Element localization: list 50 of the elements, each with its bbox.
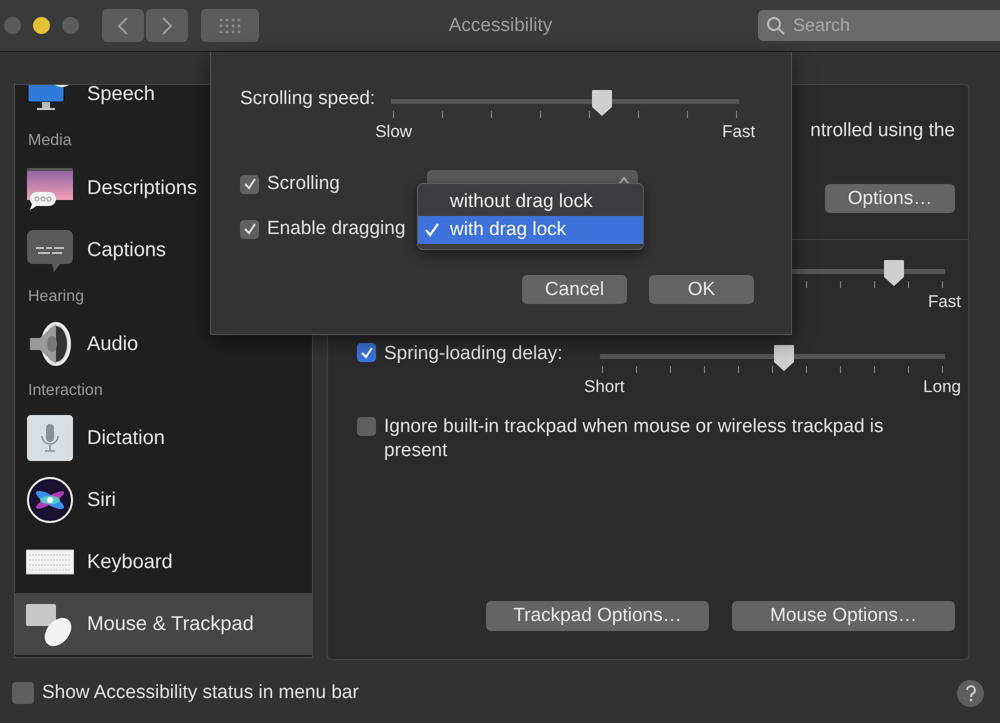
help-button[interactable] [957, 680, 984, 706]
checkbox-label: Scrolling [267, 173, 340, 195]
sidebar-item[interactable]: Siri [15, 469, 312, 531]
chevron-right-icon [160, 16, 174, 36]
slider-min-label: Slow [375, 122, 412, 142]
checkbox[interactable] [240, 220, 259, 238]
ok-button[interactable]: OK [649, 275, 754, 304]
slider-label: Scrolling speed: [240, 88, 376, 110]
sidebar-header: Interaction [27, 381, 104, 401]
search-icon [766, 16, 786, 36]
search-field[interactable]: Search [758, 10, 1000, 41]
options-button[interactable]: Mouse Options… [732, 601, 955, 631]
chevron-left-icon [116, 16, 130, 36]
grid-icon [219, 18, 241, 34]
checkbox-label: Enable dragging [267, 218, 406, 240]
checkbox[interactable] [240, 174, 259, 194]
window-title: Accessibility [448, 14, 554, 36]
checkbox-label: Spring-loading delay: [384, 343, 563, 365]
checkbox-label: Ignore built-in trackpad when mouse or wireless trackpad is present [384, 415, 885, 463]
menu-item[interactable]: with drag lock [418, 216, 643, 244]
checkbox[interactable] [357, 417, 376, 436]
sidebar-header: Media [27, 131, 73, 151]
microphone-icon [26, 414, 74, 462]
checkbox[interactable] [12, 682, 34, 704]
slider-max-label: Fast [722, 122, 756, 142]
slider-thumb[interactable] [772, 344, 794, 372]
back-button[interactable] [102, 9, 144, 42]
slider-thumb[interactable] [591, 89, 614, 117]
sidebar-item[interactable]: Audio [15, 313, 312, 375]
menu-item[interactable]: without drag lock [418, 188, 643, 216]
slider-thumb[interactable] [882, 259, 905, 287]
forward-button[interactable] [146, 9, 188, 42]
chevron-up-icon [618, 176, 630, 186]
options-button[interactable]: Options… [825, 184, 955, 213]
checkbox[interactable] [357, 343, 376, 362]
options-button[interactable]: Trackpad Options… [486, 601, 709, 631]
sidebar-header: Hearing [27, 287, 86, 307]
orb-icon [26, 476, 74, 524]
sidebar-item[interactable]: Keyboard [15, 531, 312, 593]
question-mark-icon [964, 684, 978, 702]
minimize-button[interactable] [33, 17, 50, 34]
description-text: ntrolled using the [810, 119, 955, 143]
slider-max-label: Long [923, 377, 961, 397]
slider-min-label: Short [584, 377, 625, 397]
sidebar-item[interactable]: Mouse & Trackpad [15, 593, 312, 655]
sidebar-item[interactable]: Dictation [15, 407, 312, 469]
checkbox-label: Show Accessibility status in menu bar [42, 682, 359, 704]
cancel-button[interactable]: Cancel [522, 275, 627, 304]
checkmark-icon [424, 222, 440, 238]
slider-max-label: Fast [928, 292, 961, 312]
